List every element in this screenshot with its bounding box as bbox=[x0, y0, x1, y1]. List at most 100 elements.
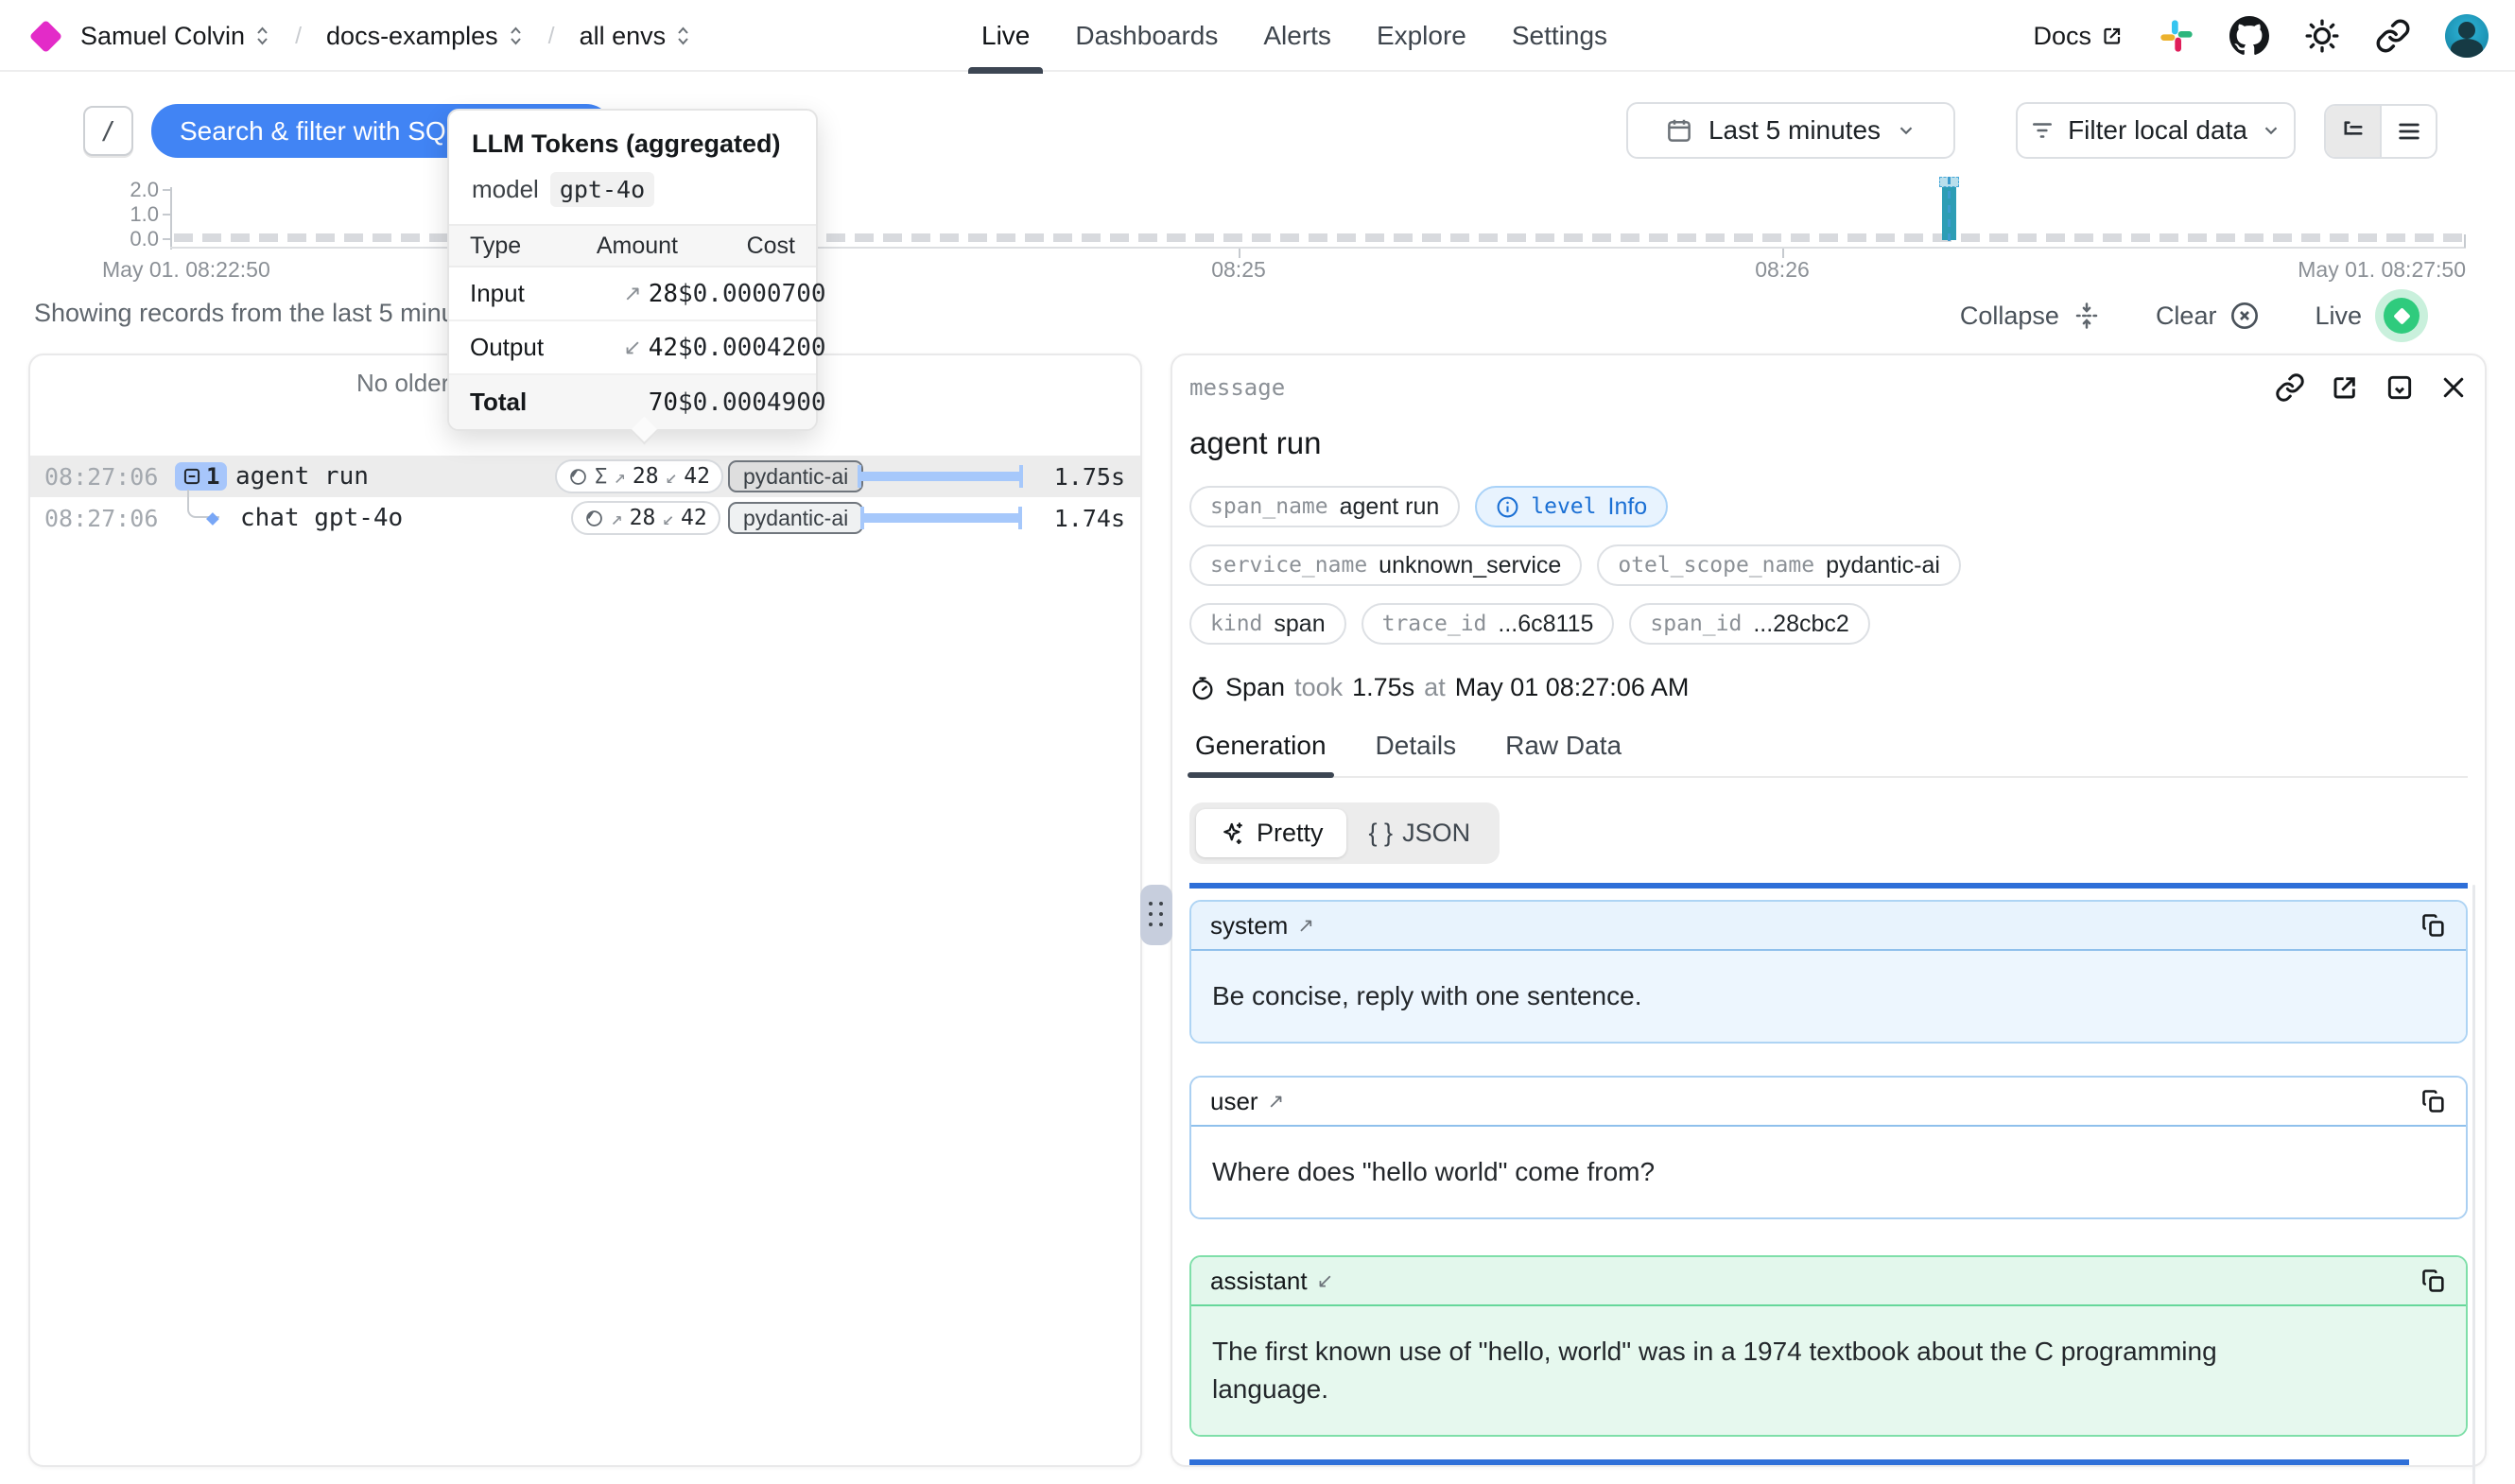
chevron-updown-icon bbox=[254, 26, 270, 46]
logfire-live-page: Samuel Colvin / docs-examples / all envs… bbox=[0, 0, 2515, 1484]
chevron-down-icon bbox=[2261, 120, 2281, 141]
nav-tab-settings[interactable]: Settings bbox=[1512, 0, 1607, 72]
y-axis-tick: 1.0 bbox=[110, 202, 159, 227]
nav-tab-explore[interactable]: Explore bbox=[1377, 0, 1466, 72]
arrow-down-left-icon: ↙ bbox=[662, 507, 674, 529]
nav-tab-dashboards[interactable]: Dashboards bbox=[1075, 0, 1218, 72]
clear-button[interactable]: Clear bbox=[2156, 301, 2261, 331]
nav-tab-live[interactable]: Live bbox=[981, 0, 1030, 72]
active-tab-underline bbox=[1188, 772, 1334, 778]
attr-level[interactable]: level Info bbox=[1475, 486, 1668, 527]
panel-type-label: message bbox=[1189, 374, 1285, 401]
tab-details[interactable]: Details bbox=[1376, 731, 1457, 776]
llm-tokens-tooltip: LLM Tokens (aggregated) model gpt-4o Typ… bbox=[447, 109, 818, 431]
breadcrumb: Samuel Colvin / docs-examples / all envs bbox=[28, 0, 691, 72]
list-view-toggle[interactable] bbox=[2382, 106, 2436, 157]
github-icon bbox=[2229, 16, 2269, 56]
x-axis-end-label: May 01. 08:27:50 bbox=[2269, 257, 2466, 283]
sparkle-icon bbox=[1219, 820, 1247, 848]
arrow-up-right-icon: ↗ bbox=[1268, 1090, 1285, 1113]
collapse-button[interactable]: Collapse bbox=[1960, 302, 2101, 331]
attr-otel-scope-name[interactable]: otel_scope_name pydantic-ai bbox=[1597, 544, 1961, 586]
filter-icon bbox=[2030, 118, 2055, 143]
token-usage-chip[interactable]: ↗ 28 ↙ 42 bbox=[571, 501, 720, 535]
attr-kind[interactable]: kind span bbox=[1189, 603, 1346, 645]
project-selector[interactable]: docs-examples bbox=[326, 22, 524, 51]
trace-row-chat-gpt4o[interactable]: 08:27:06 ◆ chat gpt-4o ↗ 28 ↙ 42 pydanti… bbox=[30, 497, 1140, 539]
attr-service-name[interactable]: service_name unknown_service bbox=[1189, 544, 1582, 586]
org-selector[interactable]: Samuel Colvin bbox=[80, 22, 270, 51]
x-axis-tick-label: 08:25 bbox=[1191, 257, 1286, 283]
copy-icon[interactable] bbox=[2420, 912, 2447, 939]
copy-icon[interactable] bbox=[2420, 1268, 2447, 1294]
tooltip-table-header: Type Amount Cost bbox=[449, 224, 816, 267]
scope-tag[interactable]: pydantic-ai bbox=[728, 502, 863, 534]
histogram-selection-line bbox=[1948, 177, 1951, 241]
calendar-icon bbox=[1665, 116, 1693, 145]
tooltip-row-output: Output ↙42 $0.0004200 bbox=[449, 321, 816, 375]
span-name: agent run bbox=[235, 456, 369, 497]
github-link[interactable] bbox=[2229, 16, 2269, 56]
live-toggle[interactable]: Live bbox=[2315, 289, 2428, 342]
nav-tab-alerts[interactable]: Alerts bbox=[1263, 0, 1331, 72]
attr-span-name[interactable]: span_name agent run bbox=[1189, 486, 1460, 527]
duration-bar bbox=[860, 513, 1022, 523]
scope-tag[interactable]: pydantic-ai bbox=[728, 460, 863, 492]
message-text: The first known use of "hello, world" wa… bbox=[1212, 1333, 2299, 1408]
tree-view-toggle[interactable] bbox=[2326, 106, 2382, 157]
token-usage-chip[interactable]: Σ ↗ 28 ↙ 42 bbox=[555, 459, 723, 493]
duration-text: 1.75s bbox=[1054, 456, 1125, 497]
tab-generation[interactable]: Generation bbox=[1195, 731, 1327, 776]
user-avatar[interactable] bbox=[2445, 14, 2489, 58]
dock-bottom-icon[interactable] bbox=[2385, 372, 2415, 403]
breadcrumb-separator: / bbox=[295, 23, 302, 50]
time-range-dropdown[interactable]: Last 5 minutes bbox=[1626, 102, 1955, 159]
panel-resize-grip[interactable] bbox=[1140, 885, 1172, 945]
attr-trace-id[interactable]: trace_id ...6c8115 bbox=[1362, 603, 1615, 645]
y-axis-tick: 0.0 bbox=[110, 227, 159, 251]
scroll-indicator-top bbox=[1189, 883, 2468, 889]
pretty-mode-button[interactable]: Pretty bbox=[1196, 809, 1346, 857]
records-view-toggle bbox=[2324, 104, 2437, 159]
sigma-icon: Σ bbox=[595, 465, 607, 489]
slack-link[interactable] bbox=[2158, 17, 2195, 55]
nav-right-actions: Docs bbox=[2033, 0, 2489, 72]
filter-local-data-dropdown[interactable]: Filter local data bbox=[2016, 102, 2296, 159]
attr-span-id[interactable]: span_id ...28cbc2 bbox=[1629, 603, 1869, 645]
status-actions: Collapse Clear Live bbox=[1960, 289, 2428, 342]
docs-link[interactable]: Docs bbox=[2033, 22, 2124, 51]
braces-icon: { } bbox=[1369, 819, 1394, 848]
grip-dots-icon bbox=[1149, 902, 1165, 928]
arrow-down-left-icon: ↙ bbox=[623, 335, 641, 360]
x-axis-tick-label: 08:26 bbox=[1735, 257, 1830, 283]
clear-circle-x-icon bbox=[2229, 301, 2260, 331]
environment-selector[interactable]: all envs bbox=[580, 22, 692, 51]
span-timing: Span took 1.75s at May 01 08:27:06 AM bbox=[1189, 673, 2468, 702]
theme-toggle[interactable] bbox=[2303, 17, 2341, 55]
org-name: Samuel Colvin bbox=[80, 22, 245, 51]
record-timestamp: 08:27:06 bbox=[44, 456, 158, 497]
model-key: model bbox=[472, 175, 539, 204]
external-link-icon bbox=[2101, 25, 2124, 47]
open-in-new-icon[interactable] bbox=[2330, 372, 2360, 403]
scroll-indicator-bottom bbox=[1189, 1459, 2409, 1465]
arrow-up-right-icon: ↗ bbox=[1297, 914, 1314, 938]
breadcrumb-separator: / bbox=[548, 23, 555, 50]
share-link-button[interactable] bbox=[2375, 18, 2411, 54]
chevron-updown-icon bbox=[508, 26, 524, 46]
duration-text: 1.74s bbox=[1054, 497, 1125, 539]
top-nav: Samuel Colvin / docs-examples / all envs… bbox=[0, 0, 2515, 72]
input-tokens: 28 bbox=[630, 506, 656, 530]
output-tokens: 42 bbox=[684, 464, 710, 489]
record-timestamp: 08:27:06 bbox=[44, 497, 158, 539]
collapse-children-badge[interactable]: 1 bbox=[175, 462, 227, 491]
json-mode-button[interactable]: { } JSON bbox=[1346, 809, 1494, 857]
tab-raw-data[interactable]: Raw Data bbox=[1505, 731, 1622, 776]
close-icon[interactable] bbox=[2439, 373, 2468, 402]
tooltip-row-total: Total 70 $0.0004900 bbox=[449, 375, 816, 429]
copy-icon[interactable] bbox=[2420, 1088, 2447, 1114]
copy-link-icon[interactable] bbox=[2275, 372, 2305, 403]
logfire-logo-icon[interactable] bbox=[29, 19, 62, 52]
scrollbar-track[interactable] bbox=[2472, 885, 2475, 1484]
tree-view-icon bbox=[2340, 118, 2367, 145]
